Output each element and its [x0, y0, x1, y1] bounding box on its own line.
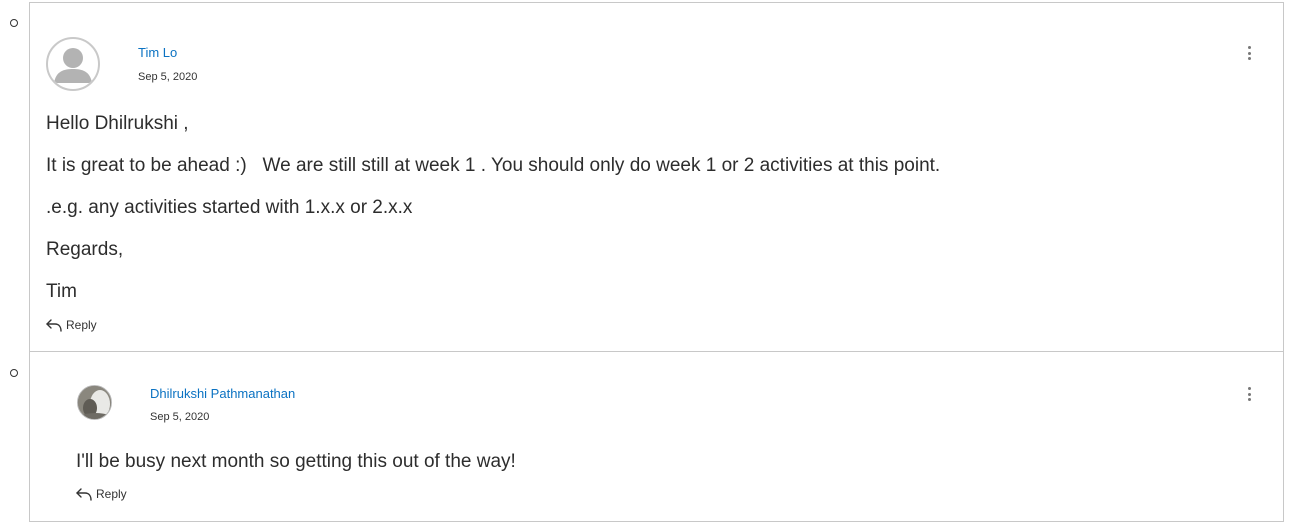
reply-arrow-icon [76, 488, 92, 501]
list-bullet [10, 369, 18, 377]
default-user-avatar-icon [46, 37, 100, 91]
more-options-icon[interactable] [1245, 44, 1255, 62]
comment-paragraph: I'll be busy next month so getting this … [76, 451, 516, 472]
list-bullet [10, 19, 18, 27]
comment-author-link[interactable]: Tim Lo [138, 45, 177, 60]
comment-paragraph: Hello Dhilrukshi , [46, 113, 189, 134]
reply-label: Reply [96, 487, 127, 501]
comment-card: Dhilrukshi Pathmanathan Sep 5, 2020 I'll… [29, 351, 1284, 522]
comment-date: Sep 5, 2020 [138, 71, 198, 83]
reply-arrow-icon [46, 319, 62, 332]
comment-paragraph: It is great to be ahead :) We are still … [46, 155, 941, 176]
reply-button[interactable]: Reply [45, 318, 97, 332]
reply-label: Reply [66, 318, 97, 332]
reply-button[interactable]: Reply [75, 487, 127, 501]
comment-author-link[interactable]: Dhilrukshi Pathmanathan [150, 386, 295, 401]
comment-paragraph: .e.g. any activities started with 1.x.x … [46, 197, 413, 218]
comment-paragraph: Regards, [46, 239, 124, 260]
comment-card: Tim Lo Sep 5, 2020 Hello Dhilrukshi , It… [29, 2, 1284, 352]
comment-date: Sep 5, 2020 [150, 411, 210, 423]
comment-paragraph: Tim [46, 281, 77, 302]
more-options-icon[interactable] [1245, 385, 1255, 403]
user-photo-avatar [77, 385, 112, 420]
